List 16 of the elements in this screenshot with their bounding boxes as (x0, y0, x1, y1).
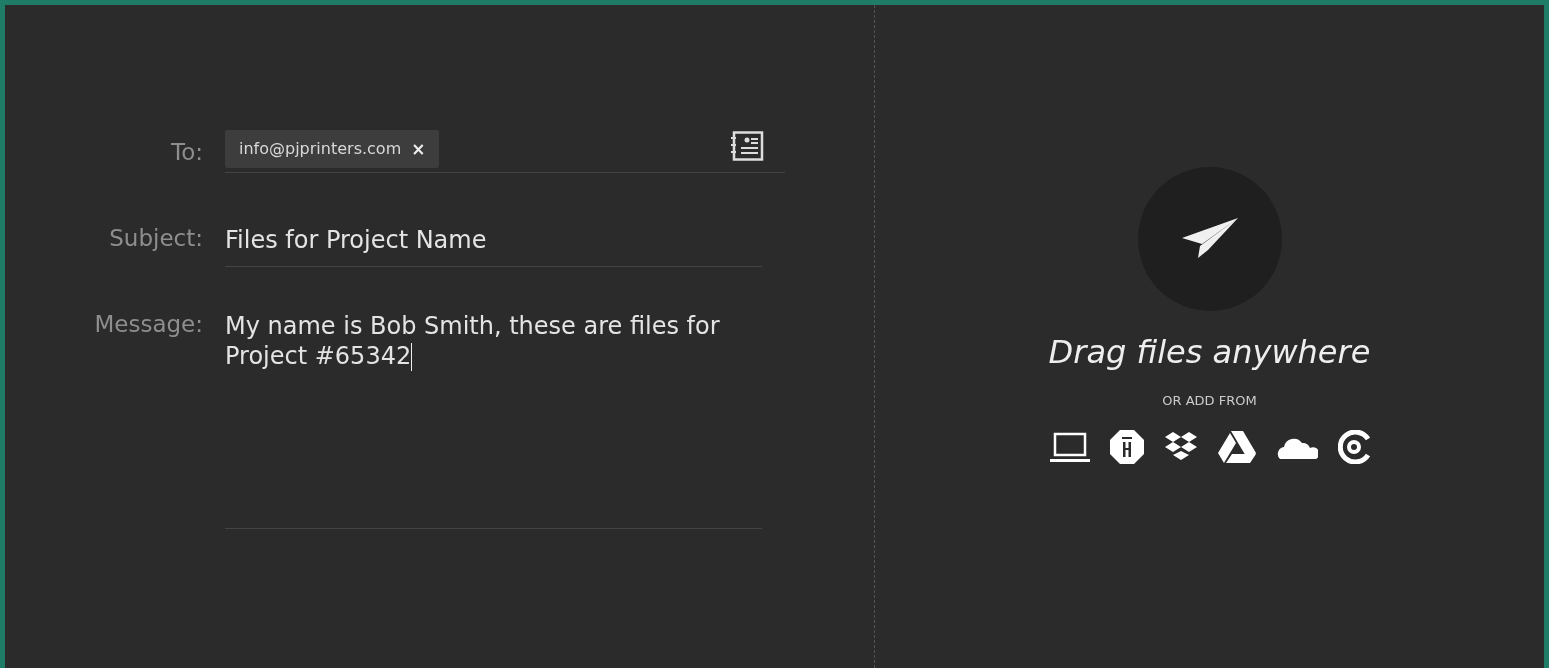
triangle-icon[interactable] (1217, 430, 1256, 464)
drag-heading: Drag files anywhere (1048, 333, 1371, 371)
subject-field[interactable]: Files for Project Name (225, 225, 762, 268)
octagon-icon[interactable] (1109, 430, 1144, 464)
remove-button[interactable]: × (411, 138, 426, 159)
message-label: Message: (93, 311, 204, 338)
ring-icon[interactable] (1337, 430, 1370, 464)
laptop-icon[interactable] (1049, 431, 1090, 463)
to-label: To: (170, 138, 204, 165)
subject-label: Subject: (108, 225, 204, 251)
message-field[interactable]: My name is Bob Smith, these are files for Project #65342 (225, 311, 762, 530)
to-field[interactable]: info@pjprinters.com × (225, 125, 785, 173)
recipient-chip[interactable]: info@pjprinters.com × (225, 129, 440, 168)
recipient-address: info@pjprinters.com (239, 139, 402, 158)
address-book-icon[interactable] (731, 130, 765, 161)
sources-label: OR ADD FROM (1162, 393, 1257, 408)
